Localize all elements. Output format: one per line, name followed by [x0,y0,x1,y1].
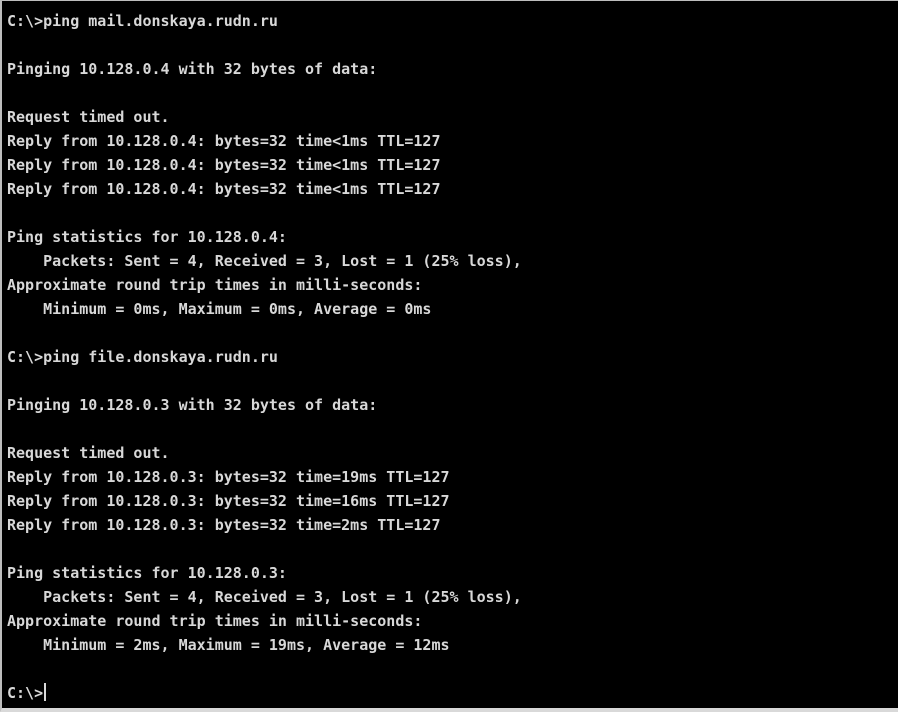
console-line: Reply from 10.128.0.4: bytes=32 time<1ms… [7,132,441,150]
console-line: Approximate round trip times in milli-se… [7,276,423,294]
command-prompt: C:\> [7,684,44,702]
console-line: Minimum = 2ms, Maximum = 19ms, Average =… [7,636,450,654]
console-line: Approximate round trip times in milli-se… [7,612,423,630]
console-line: Pinging 10.128.0.3 with 32 bytes of data… [7,396,378,414]
console-line: C:\>ping file.donskaya.rudn.ru [7,348,278,366]
console-line: Reply from 10.128.0.3: bytes=32 time=2ms… [7,516,441,534]
console-line: Request timed out. [7,108,170,126]
console-line: Ping statistics for 10.128.0.4: [7,228,287,246]
console-output: C:\>ping mail.donskaya.rudn.ru Pinging 1… [7,9,898,681]
console-line: Pinging 10.128.0.4 with 32 bytes of data… [7,60,378,78]
command-prompt-line[interactable]: C:\> [7,681,898,705]
console-line: C:\>ping mail.donskaya.rudn.ru [7,12,278,30]
console-line: Minimum = 0ms, Maximum = 0ms, Average = … [7,300,432,318]
console-window[interactable]: C:\>ping mail.donskaya.rudn.ru Pinging 1… [0,0,898,712]
console-line: Ping statistics for 10.128.0.3: [7,564,287,582]
console-line: Reply from 10.128.0.4: bytes=32 time<1ms… [7,156,441,174]
console-line: Request timed out. [7,444,170,462]
console-line: Reply from 10.128.0.3: bytes=32 time=16m… [7,492,450,510]
console-line: Packets: Sent = 4, Received = 3, Lost = … [7,588,522,606]
text-cursor [44,683,47,701]
console-line: Reply from 10.128.0.3: bytes=32 time=19m… [7,468,450,486]
console-line: Reply from 10.128.0.4: bytes=32 time<1ms… [7,180,441,198]
console-line: Packets: Sent = 4, Received = 3, Lost = … [7,252,522,270]
